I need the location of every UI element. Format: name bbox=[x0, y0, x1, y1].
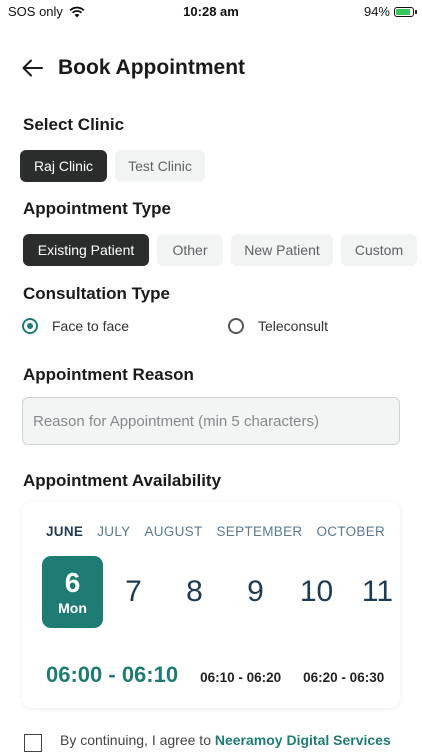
availability-card: JUNE JULY AUGUST SEPTEMBER OCTOBER 6 Mon… bbox=[22, 502, 400, 708]
date-number: 6 bbox=[64, 567, 81, 598]
status-time: 10:28 am bbox=[183, 4, 239, 19]
time-slot[interactable]: 06:20 - 06:30 bbox=[303, 670, 384, 685]
date-number: 7 bbox=[125, 575, 142, 608]
type-chip-existing-patient[interactable]: Existing Patient bbox=[23, 234, 149, 266]
month-october[interactable]: OCTOBER bbox=[316, 524, 385, 539]
radio-teleconsult[interactable]: Teleconsult bbox=[228, 318, 328, 334]
date-number: 11 bbox=[361, 575, 394, 608]
consultation-type-radios: Face to face Teleconsult bbox=[20, 318, 402, 338]
appointment-availability-title: Appointment Availability bbox=[23, 471, 222, 490]
type-chip-custom[interactable]: Custom bbox=[341, 234, 417, 266]
status-bar: SOS only 10:28 am 94% bbox=[0, 0, 422, 24]
agreement-checkbox[interactable] bbox=[24, 734, 42, 752]
time-slot-selector: 06:00 - 06:10 06:10 - 06:20 06:20 - 06:3… bbox=[46, 662, 400, 688]
date-number: 8 bbox=[186, 575, 203, 608]
date-cell[interactable]: 8 bbox=[164, 556, 225, 628]
status-right: 94% bbox=[363, 4, 417, 19]
month-june[interactable]: JUNE bbox=[46, 524, 83, 539]
back-arrow-icon[interactable] bbox=[20, 55, 46, 81]
clinic-chip-raj[interactable]: Raj Clinic bbox=[20, 150, 107, 182]
date-cell-selected[interactable]: 6 Mon bbox=[42, 556, 103, 628]
date-cell[interactable]: 10 bbox=[286, 556, 347, 628]
month-selector: JUNE JULY AUGUST SEPTEMBER OCTOBER bbox=[46, 524, 385, 539]
battery-percent: 94% bbox=[363, 4, 390, 19]
type-chip-other[interactable]: Other bbox=[157, 234, 223, 266]
radio-teleconsult-label: Teleconsult bbox=[258, 318, 329, 334]
date-cell[interactable]: 11 bbox=[347, 556, 400, 628]
radio-face-to-face[interactable]: Face to face bbox=[22, 318, 129, 334]
radio-unselected-icon[interactable] bbox=[228, 318, 244, 334]
date-selector: 6 Mon 7 8 9 10 11 bbox=[42, 556, 400, 628]
agreement-text: By continuing, I agree to Neeramoy Digit… bbox=[60, 732, 391, 748]
radio-face-to-face-label: Face to face bbox=[52, 318, 130, 334]
type-chip-new-patient[interactable]: New Patient bbox=[231, 234, 333, 266]
date-number: 10 bbox=[299, 575, 334, 608]
clinic-chips: Raj Clinic Test Clinic bbox=[20, 150, 422, 182]
consultation-type-title: Consultation Type bbox=[23, 284, 171, 303]
agreement-prefix: By continuing, I agree to bbox=[60, 732, 215, 748]
clinic-chip-test[interactable]: Test Clinic bbox=[115, 150, 205, 182]
appointment-type-title: Appointment Type bbox=[23, 199, 171, 218]
battery-fill bbox=[396, 8, 411, 15]
month-july[interactable]: JULY bbox=[97, 524, 130, 539]
date-cell[interactable]: 7 bbox=[103, 556, 164, 628]
agreement-link[interactable]: Neeramoy Digital Services bbox=[215, 732, 391, 748]
reason-input[interactable] bbox=[22, 397, 400, 445]
radio-selected-icon[interactable] bbox=[22, 318, 38, 334]
date-number: 9 bbox=[247, 575, 264, 608]
time-slot[interactable]: 06:10 - 06:20 bbox=[200, 670, 281, 685]
select-clinic-title: Select Clinic bbox=[23, 115, 125, 134]
header: Book Appointment bbox=[20, 52, 402, 84]
month-august[interactable]: AUGUST bbox=[144, 524, 202, 539]
date-cell[interactable]: 9 bbox=[225, 556, 286, 628]
appointment-type-chips: Existing Patient Other New Patient Custo… bbox=[23, 234, 422, 266]
appointment-reason-title: Appointment Reason bbox=[23, 365, 194, 384]
page-title: Book Appointment bbox=[58, 56, 246, 79]
date-day: Mon bbox=[58, 600, 87, 616]
battery-icon bbox=[394, 6, 417, 17]
agreement-row: By continuing, I agree to Neeramoy Digit… bbox=[24, 730, 422, 752]
time-slot-selected[interactable]: 06:00 - 06:10 bbox=[46, 662, 178, 688]
month-september[interactable]: SEPTEMBER bbox=[217, 524, 303, 539]
